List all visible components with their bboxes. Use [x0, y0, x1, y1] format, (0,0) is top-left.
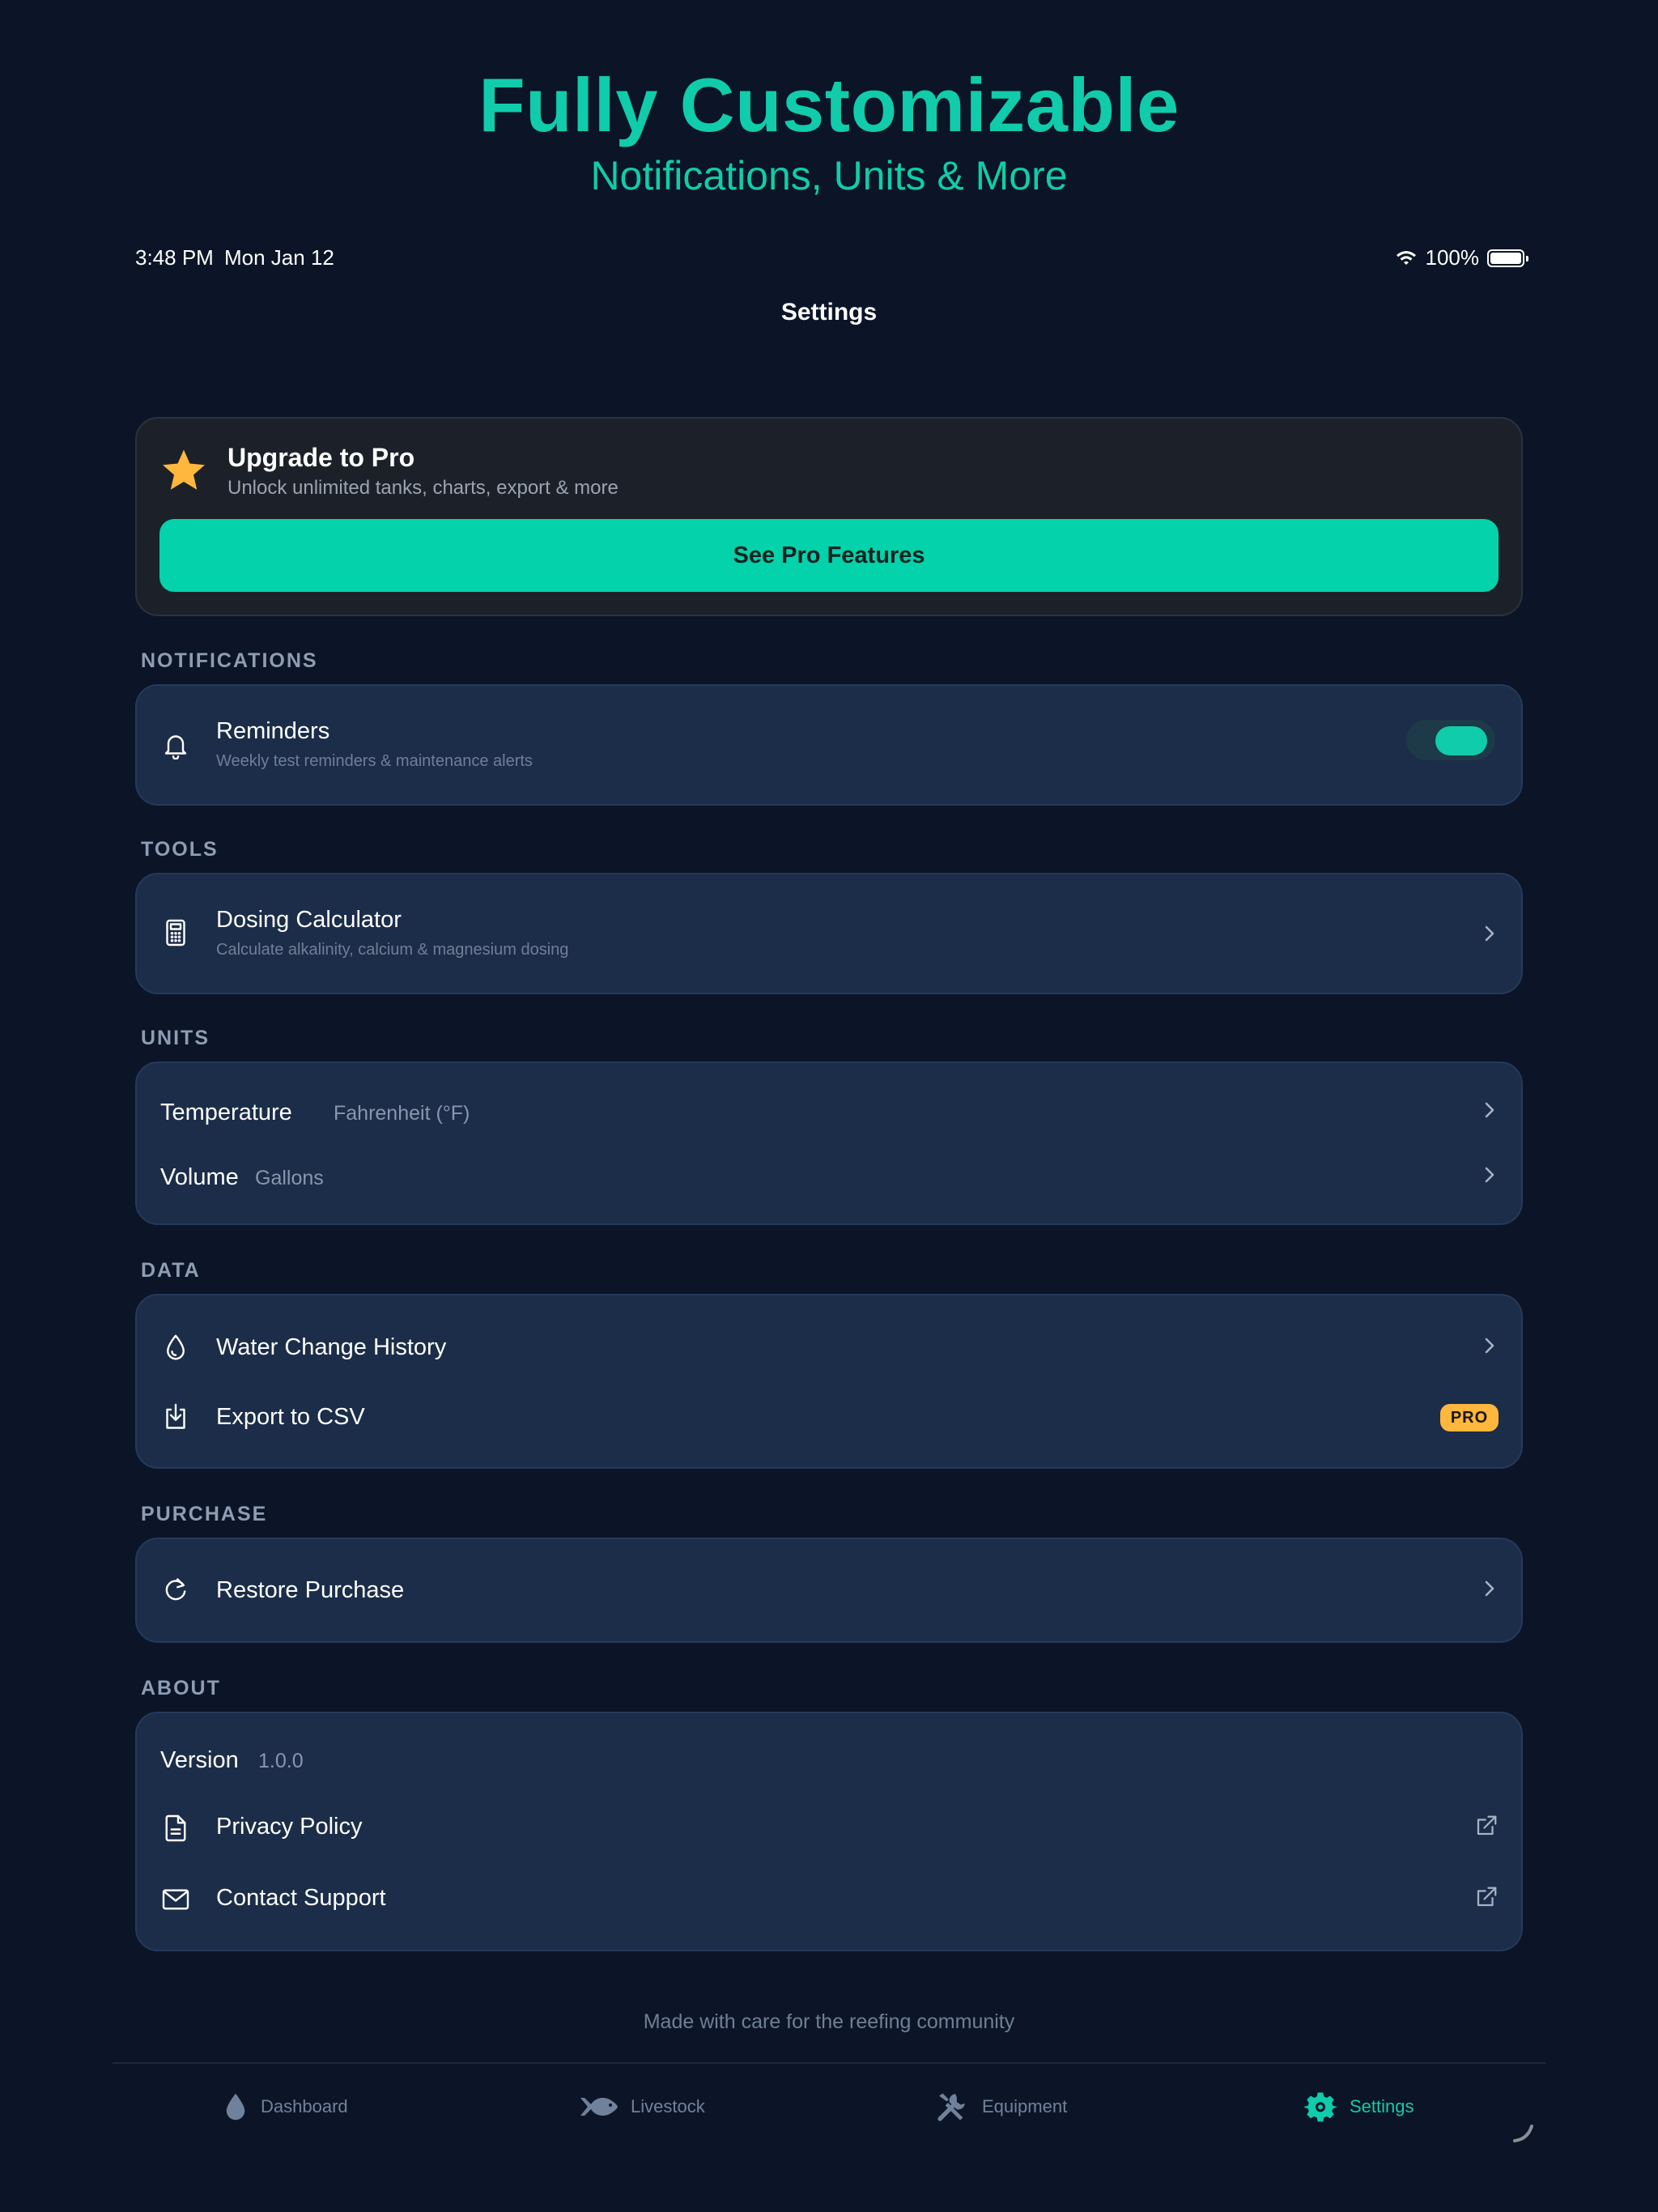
section-label-notifications: NOTIFICATIONS [141, 649, 318, 672]
drop-icon [226, 2093, 245, 2120]
chevron-right-icon [1485, 1338, 1494, 1354]
star-icon [163, 449, 205, 490]
hero-title: Fully Customizable [478, 62, 1180, 147]
restore-purchase-title: Restore Purchase [216, 1577, 405, 1603]
tab-label: Livestock [631, 2095, 705, 2116]
battery-percent: 100% [1425, 245, 1480, 270]
reminders-row[interactable]: Reminders Weekly test reminders & mainte… [137, 686, 1521, 804]
chevron-right-icon [1485, 1167, 1494, 1183]
tab-equipment[interactable]: Equipment [935, 2064, 1067, 2149]
hero-subtitle: Notifications, Units & More [590, 153, 1068, 198]
status-time: 3:48 PM [135, 245, 214, 270]
status-bar: 3:48 PM Mon Jan 12 100% [135, 245, 1528, 278]
reminders-subtitle: Weekly test reminders & maintenance aler… [216, 752, 533, 770]
tab-label: Settings [1350, 2095, 1414, 2116]
calculator-icon [166, 919, 185, 946]
dosing-calculator-row[interactable]: Dosing Calculator Calculate alkalinity, … [137, 874, 1521, 993]
pro-subtitle: Unlock unlimited tanks, charts, export &… [227, 477, 619, 499]
privacy-policy-row[interactable]: Privacy Policy [137, 1791, 1521, 1862]
download-icon [166, 1403, 185, 1429]
tab-livestock[interactable]: Livestock [580, 2064, 705, 2149]
toggle-knob [1435, 726, 1487, 755]
version-value: 1.0.0 [258, 1750, 304, 1772]
data-card: Water Change History Export to CSV PRO [135, 1294, 1523, 1469]
section-label-units: UNITS [141, 1027, 210, 1049]
reminders-toggle[interactable] [1406, 720, 1495, 760]
version-label: Version [160, 1747, 239, 1773]
dosing-calculator-subtitle: Calculate alkalinity, calcium & magnesiu… [216, 941, 569, 959]
fish-icon [580, 2097, 618, 2116]
volume-label: Volume [160, 1164, 239, 1190]
document-icon [165, 1814, 186, 1842]
version-row: Version 1.0.0 [137, 1713, 1521, 1791]
pro-badge: PRO [1440, 1404, 1499, 1431]
purchase-card: Restore Purchase [135, 1538, 1523, 1643]
device-screen: 3:48 PM Mon Jan 12 100% Settings Upgrade… [113, 228, 1545, 2149]
see-pro-features-button[interactable]: See Pro Features [159, 519, 1499, 592]
mail-icon [162, 1889, 189, 1910]
external-link-icon [1477, 1887, 1497, 1907]
tools-icon [937, 2092, 965, 2121]
external-link-icon [1477, 1815, 1497, 1836]
dosing-calculator-title: Dosing Calculator [216, 907, 402, 933]
water-drop-icon [167, 1334, 185, 1360]
contact-support-row[interactable]: Contact Support [137, 1862, 1521, 1950]
tab-settings[interactable]: Settings [1304, 2064, 1414, 2149]
bell-icon [164, 735, 187, 759]
page-title: Settings [780, 299, 878, 325]
water-change-history-row[interactable]: Water Change History [137, 1295, 1521, 1385]
volume-row[interactable]: Volume Gallons [137, 1144, 1521, 1223]
footer-note: Made with care for the reefing community [643, 2010, 1015, 2033]
tab-label: Dashboard [261, 2095, 348, 2116]
gear-icon [1304, 2092, 1337, 2121]
wifi-icon [1396, 250, 1416, 265]
resize-handle-icon [1513, 2125, 1533, 2142]
status-date: Mon Jan 12 [224, 245, 334, 270]
reminders-title: Reminders [216, 718, 330, 744]
privacy-policy-title: Privacy Policy [216, 1814, 363, 1840]
water-change-history-title: Water Change History [216, 1334, 447, 1360]
volume-value: Gallons [255, 1167, 324, 1189]
units-card: Temperature Fahrenheit (°F) Volume Gallo… [135, 1061, 1523, 1225]
pro-title: Upgrade to Pro [227, 443, 415, 472]
chevron-right-icon [1485, 1580, 1494, 1597]
battery-icon [1487, 249, 1528, 267]
temperature-label: Temperature [160, 1100, 292, 1125]
tools-card: Dosing Calculator Calculate alkalinity, … [135, 873, 1523, 994]
notifications-card: Reminders Weekly test reminders & mainte… [135, 684, 1523, 806]
temperature-row[interactable]: Temperature Fahrenheit (°F) [137, 1063, 1521, 1144]
tab-bar: Dashboard Livestock Equipment Settings [113, 2062, 1545, 2149]
section-label-data: DATA [141, 1259, 201, 1282]
restore-purchase-row[interactable]: Restore Purchase [137, 1539, 1521, 1641]
section-label-about: ABOUT [141, 1677, 221, 1699]
chevron-right-icon [1485, 925, 1494, 942]
status-indicators: 100% [1395, 245, 1528, 270]
section-label-tools: TOOLS [141, 838, 219, 861]
about-card: Version 1.0.0 Privacy Policy Contact Sup… [135, 1712, 1523, 1951]
refresh-icon [165, 1578, 186, 1601]
tab-label: Equipment [982, 2095, 1068, 2116]
contact-support-title: Contact Support [216, 1885, 386, 1911]
temperature-value: Fahrenheit (°F) [334, 1102, 470, 1125]
section-label-purchase: PURCHASE [141, 1503, 268, 1525]
chevron-right-icon [1485, 1102, 1494, 1118]
export-csv-title: Export to CSV [216, 1404, 365, 1430]
export-csv-row[interactable]: Export to CSV PRO [137, 1385, 1521, 1467]
tab-dashboard[interactable]: Dashboard [223, 2064, 348, 2149]
upgrade-pro-card: Upgrade to Pro Unlock unlimited tanks, c… [135, 417, 1523, 616]
